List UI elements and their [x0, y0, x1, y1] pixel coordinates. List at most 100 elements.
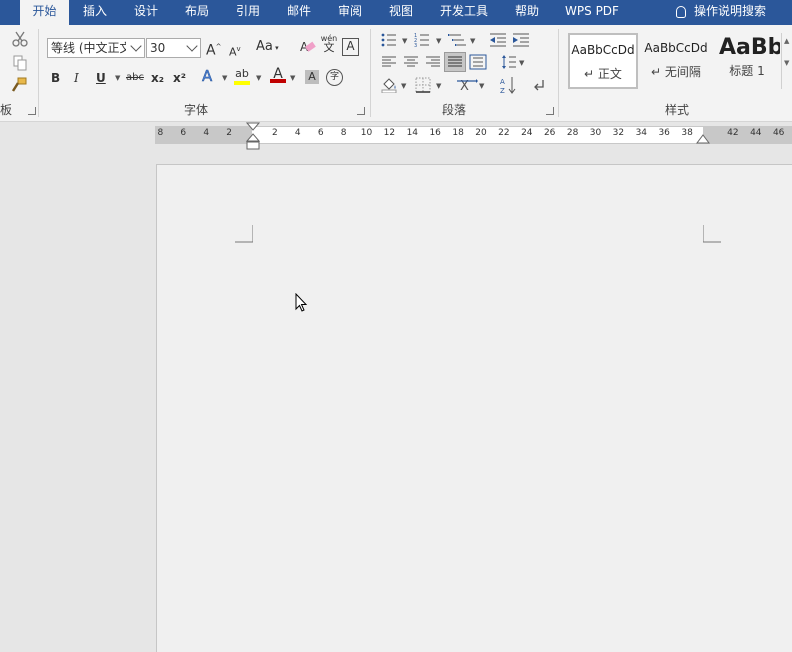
tab-references[interactable]: 引用 — [228, 0, 268, 25]
align-left-icon[interactable] — [381, 55, 397, 69]
increase-indent-icon[interactable] — [512, 32, 530, 48]
chevron-down-icon[interactable]: ▼ — [470, 37, 475, 45]
font-name-combo[interactable]: 等线 (中文正文) — [47, 38, 145, 58]
tab-insert[interactable]: 插入 — [74, 0, 116, 25]
style-name: ↵ 正文 — [584, 67, 622, 81]
tab-help[interactable]: 帮助 — [507, 0, 547, 25]
font-size-value: 30 — [150, 41, 166, 55]
show-hide-marks-icon[interactable] — [531, 77, 547, 93]
chevron-down-icon[interactable] — [186, 40, 198, 52]
cut-icon[interactable] — [12, 31, 28, 47]
chevron-down-icon[interactable]: ▼ — [402, 37, 407, 45]
style-name-label: 标题 1 — [729, 64, 765, 78]
chevron-down-icon[interactable]: ▼ — [784, 59, 792, 67]
underline-button[interactable]: U — [96, 70, 106, 86]
align-center-icon[interactable] — [403, 55, 419, 69]
style-no-spacing[interactable]: AaBbCcDd ↵ 无间隔 — [641, 33, 711, 89]
numbering-icon[interactable]: 123 — [414, 32, 434, 48]
borders-icon[interactable] — [415, 77, 431, 93]
subscript-button[interactable]: x₂ — [151, 70, 164, 86]
left-gutter — [0, 149, 156, 651]
ruler-tick-label: 8 — [157, 128, 164, 138]
shrink-font-button[interactable]: Av — [229, 41, 241, 61]
chevron-down-icon[interactable]: ▼ — [436, 37, 441, 45]
style-normal[interactable]: AaBbCcDd ↵ 正文 — [568, 33, 638, 89]
chevron-down-icon[interactable]: ▼ — [479, 82, 484, 90]
multilevel-list-icon[interactable] — [448, 32, 468, 48]
chevron-down-icon[interactable]: ▼ — [519, 59, 524, 67]
enclose-characters-label: 字 — [329, 72, 339, 82]
tell-me-label: 操作说明搜索 — [694, 4, 767, 18]
shading-bucket-icon[interactable] — [381, 77, 399, 93]
decrease-indent-icon[interactable] — [489, 32, 507, 48]
style-name: ↵ 无间隔 — [651, 65, 701, 79]
top-right-crop-mark — [703, 225, 721, 243]
sort-icon[interactable]: AZ — [499, 76, 517, 94]
superscript-button[interactable]: x² — [173, 70, 186, 86]
document-page[interactable] — [156, 164, 792, 652]
ribbon: 板 等线 (中文正文) 30 A^ Av Aa ▾ A wén 文 A B I … — [0, 25, 792, 122]
justify-button[interactable] — [444, 52, 466, 72]
change-case-button[interactable]: Aa ▾ — [256, 39, 279, 56]
character-shading-label: A — [308, 70, 316, 83]
ruler-tick-label: 22 — [498, 128, 510, 138]
grow-font-button[interactable]: A^ — [206, 39, 221, 59]
enclose-characters-button[interactable]: 字 — [326, 69, 343, 86]
copy-icon[interactable] — [12, 55, 28, 71]
font-color-button[interactable]: A — [270, 66, 286, 83]
clipboard-dialog-launcher[interactable] — [28, 107, 36, 115]
ruler-tick-label: 4 — [294, 128, 301, 138]
group-separator — [370, 29, 371, 117]
style-heading-1[interactable]: AaBb 标题 1 — [714, 33, 780, 89]
line-spacing-icon[interactable] — [501, 54, 517, 70]
text-effects-button[interactable]: A — [202, 68, 213, 85]
chevron-up-icon[interactable]: ▲ — [784, 37, 792, 45]
tab-wps-pdf[interactable]: WPS PDF — [560, 0, 624, 25]
chevron-down-icon[interactable]: ▼ — [436, 82, 441, 90]
format-painter-icon[interactable] — [10, 77, 28, 93]
styles-gallery-scroll[interactable]: ▲ ▼ — [781, 33, 792, 89]
ruler-tick-label: 12 — [383, 128, 396, 138]
font-color-label: A — [273, 66, 283, 82]
tab-review[interactable]: 审阅 — [330, 0, 370, 25]
paragraph-dialog-launcher[interactable] — [546, 107, 554, 115]
bold-label: B — [51, 71, 61, 85]
tab-view[interactable]: 视图 — [381, 0, 421, 25]
chevron-down-icon[interactable]: ▼ — [222, 74, 227, 82]
character-shading-button[interactable]: A — [305, 70, 319, 84]
chevron-down-icon[interactable] — [130, 40, 142, 52]
phonetic-guide-button[interactable]: wén 文 — [320, 34, 338, 53]
chevron-down-icon[interactable]: ▼ — [401, 82, 406, 90]
chinese-layout-icon[interactable]: X — [456, 77, 478, 93]
font-size-combo[interactable]: 30 — [146, 38, 201, 58]
ruler-tick-label: 32 — [612, 128, 625, 138]
tab-design[interactable]: 设计 — [126, 0, 166, 25]
character-border-button[interactable]: A — [342, 38, 359, 56]
tell-me-search[interactable]: 操作说明搜索 — [676, 0, 766, 25]
style-sample: AaBbCcDd — [644, 41, 708, 55]
bold-button[interactable]: B — [51, 70, 60, 86]
chevron-down-icon[interactable]: ▼ — [115, 74, 120, 82]
strikethrough-button[interactable]: abc — [126, 70, 144, 86]
right-indent-marker[interactable] — [696, 134, 710, 146]
svg-text:3: 3 — [414, 43, 417, 48]
clear-formatting-icon[interactable]: A — [299, 39, 316, 55]
ruler-tick-label: 24 — [521, 128, 533, 138]
bullets-icon[interactable] — [381, 32, 401, 48]
justify-icon — [448, 56, 462, 67]
tab-mailings[interactable]: 邮件 — [279, 0, 319, 25]
chevron-down-icon[interactable]: ▼ — [256, 74, 261, 82]
ruler-tick-label: 38 — [681, 128, 693, 138]
italic-button[interactable]: I — [74, 70, 79, 86]
chevron-down-icon[interactable]: ▼ — [290, 74, 295, 82]
font-dialog-launcher[interactable] — [357, 107, 365, 115]
ruler-tick-label: 18 — [452, 128, 464, 138]
align-right-icon[interactable] — [425, 55, 441, 69]
ruler-tick-label: 44 — [750, 128, 762, 138]
tab-layout[interactable]: 布局 — [177, 0, 217, 25]
first-line-indent-marker[interactable] — [246, 122, 260, 150]
tab-developer[interactable]: 开发工具 — [432, 0, 496, 25]
highlight-button[interactable]: ab — [234, 66, 250, 85]
tab-home[interactable]: 开始 — [20, 0, 69, 25]
distributed-icon[interactable] — [469, 54, 487, 70]
